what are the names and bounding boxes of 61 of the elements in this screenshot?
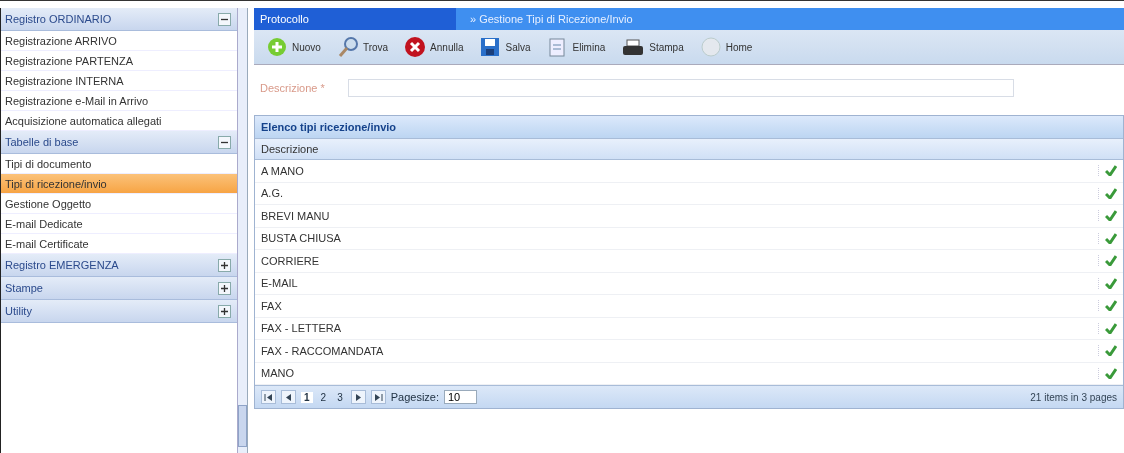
home-icon: [699, 36, 722, 58]
section-title: Stampe: [5, 282, 43, 294]
last-page-button[interactable]: [370, 390, 386, 404]
table-cell-text: MANO: [260, 367, 295, 380]
magnifier-icon: [336, 36, 359, 58]
page-number[interactable]: 2: [317, 391, 330, 403]
breadcrumb: » Gestione Tipi di Ricezione/Invio: [469, 12, 633, 27]
first-page-icon: [264, 392, 273, 402]
toolbar-button[interactable]: Salva: [475, 36, 535, 58]
section-title: Registro EMERGENZA: [5, 259, 119, 271]
table-cell-text: FAX - RACCOMANDATA: [260, 344, 385, 357]
plus-icon: [266, 36, 288, 58]
table-cell-text: CORRIERE: [260, 254, 321, 267]
collapse-icon[interactable]: [218, 12, 231, 26]
pager-summary: 21 items in 3 pages: [1030, 391, 1117, 403]
page-number[interactable]: 3: [334, 391, 346, 403]
sidebar-section-header[interactable]: Stampe: [1, 277, 237, 300]
section-title: Tabelle di base: [5, 136, 79, 148]
toolbar-button[interactable]: Stampa: [617, 36, 688, 58]
toolbar-button[interactable]: Trova: [332, 36, 393, 58]
description-field[interactable]: [348, 79, 1014, 97]
last-page-icon: [373, 392, 383, 402]
printer-icon: [621, 36, 646, 58]
scrollbar[interactable]: [238, 8, 248, 453]
expand-icon[interactable]: [218, 258, 231, 272]
expand-icon[interactable]: [218, 281, 231, 295]
table-cell-text: FAX: [260, 299, 283, 312]
page-number[interactable]: 1: [301, 391, 313, 403]
next-page-icon: [353, 392, 363, 402]
table-cell-text: BREVI MANU: [260, 209, 331, 222]
app-tab[interactable]: Protocollo: [254, 8, 456, 30]
toolbar-button[interactable]: Elimina: [542, 36, 610, 58]
collapse-icon[interactable]: [218, 135, 231, 149]
section-title: Registro ORDINARIO: [5, 13, 112, 25]
next-page-button[interactable]: [350, 390, 366, 404]
cancel-icon: [404, 36, 427, 58]
table-cell-text: A MANO: [260, 164, 305, 177]
sidebar-section-header[interactable]: Tabelle di base: [1, 131, 237, 154]
toolbar-button[interactable]: Home: [695, 36, 757, 58]
sidebar-section-header[interactable]: Utility: [1, 300, 237, 323]
table-cell-text: FAX - LETTERA: [260, 322, 343, 335]
previous-page-icon: [284, 392, 293, 402]
field-label: Descrizione *: [260, 82, 326, 94]
table-cell-text: E-MAIL: [260, 277, 299, 290]
column-header[interactable]: Descrizione: [255, 138, 1123, 160]
expand-icon[interactable]: [218, 304, 231, 318]
first-page-button[interactable]: [261, 390, 276, 404]
floppy-icon: [479, 36, 502, 58]
pagesize-label: Pagesize:: [390, 391, 439, 403]
section-title: Utility: [5, 305, 32, 317]
sidebar-item[interactable]: Tipi di ricezione/invio: [1, 174, 237, 194]
previous-page-button[interactable]: [281, 390, 296, 404]
toolbar-button[interactable]: Annulla: [400, 36, 468, 58]
scrollbar-thumb[interactable]: [238, 405, 247, 447]
toolbar-button[interactable]: Nuovo: [262, 36, 325, 58]
sidebar-section-header[interactable]: Registro ORDINARIO: [1, 8, 237, 31]
pagesize-select[interactable]: 10: [444, 390, 478, 404]
table-cell-text: BUSTA CHIUSA: [260, 232, 342, 245]
sidebar-section-header[interactable]: Registro EMERGENZA: [1, 254, 237, 277]
table-cell-text: A.G.: [260, 187, 284, 200]
grid-title: Elenco tipi ricezione/invio: [255, 116, 1123, 138]
